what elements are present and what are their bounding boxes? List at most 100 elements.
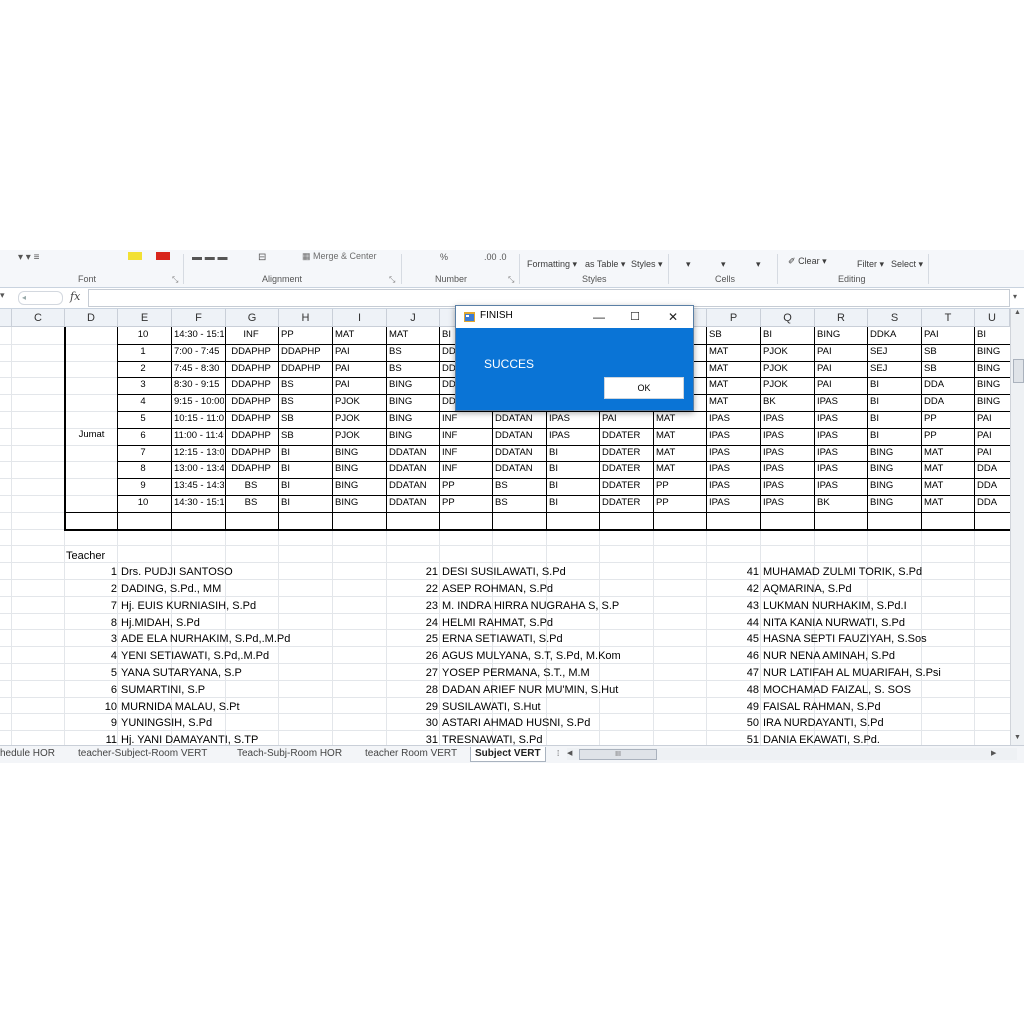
subject-cell[interactable]: DDA xyxy=(924,377,974,393)
maximize-icon[interactable]: ☐ xyxy=(622,308,648,326)
teacher-number[interactable]: 11 xyxy=(87,732,117,745)
teacher-number[interactable]: 7 xyxy=(87,598,117,614)
subject-cell[interactable]: DDATER xyxy=(602,428,652,444)
teacher-name[interactable]: YOSEP PERMANA, S.T., M.M xyxy=(442,665,590,681)
decimal-buttons[interactable]: .00 .0 xyxy=(484,252,507,262)
formula-toggle[interactable]: ◂ xyxy=(18,291,63,305)
teacher-name[interactable]: Hj.MIDAH, S.Pd xyxy=(121,615,200,631)
subject-cell[interactable]: MAT xyxy=(709,377,759,393)
subject-cell[interactable]: MAT xyxy=(709,344,759,360)
subject-cell[interactable]: IPAS xyxy=(549,411,599,427)
subject-cell[interactable]: MAT xyxy=(335,327,385,343)
subject-cell[interactable]: BING xyxy=(335,495,385,511)
period-cell[interactable]: 10 xyxy=(118,495,168,511)
teacher-number[interactable]: 45 xyxy=(729,631,759,647)
subject-cell[interactable]: BI xyxy=(870,411,920,427)
teacher-name[interactable]: DESI SUSILAWATI, S.Pd xyxy=(442,564,566,580)
subject-cell[interactable]: BS xyxy=(389,344,439,360)
subject-cell[interactable]: DDKA xyxy=(870,327,920,343)
scroll-left-icon[interactable]: ◀ xyxy=(567,749,572,757)
teacher-name[interactable]: ASTARI AHMAD HUSNI, S.Pd xyxy=(442,715,590,731)
teacher-name[interactable]: Drs. PUDJI SANTOSO xyxy=(121,564,233,580)
subject-cell[interactable]: DDATER xyxy=(602,461,652,477)
column-header-p[interactable]: P xyxy=(707,309,761,327)
subject-cell[interactable]: DDATAN xyxy=(495,411,545,427)
subject-cell[interactable]: IPAS xyxy=(817,394,867,410)
subject-cell[interactable]: PJOK xyxy=(335,411,385,427)
subject-cell[interactable]: PAI xyxy=(602,411,652,427)
teacher-name[interactable]: TRESNAWATI, S.Pd xyxy=(442,732,542,745)
sheet-tab[interactable]: Teach-Subj-Room HOR xyxy=(237,747,342,761)
subject-cell[interactable]: MAT xyxy=(924,461,974,477)
subject-cell[interactable]: PJOK xyxy=(763,361,813,377)
subject-cell[interactable]: PAI xyxy=(817,361,867,377)
tab-split-handle[interactable]: ⁞ xyxy=(557,747,559,761)
subject-cell[interactable]: DDAPHP xyxy=(226,344,276,360)
percent-style-button[interactable]: % xyxy=(440,252,448,262)
subject-cell[interactable]: IPAS xyxy=(763,478,813,494)
teacher-number[interactable]: 26 xyxy=(408,648,438,664)
subject-cell[interactable]: DDATAN xyxy=(389,461,439,477)
subject-cell[interactable]: IPAS xyxy=(763,495,813,511)
subject-cell[interactable]: IPAS xyxy=(763,411,813,427)
column-header-c[interactable]: C xyxy=(12,309,65,327)
subject-cell[interactable]: DDATAN xyxy=(495,445,545,461)
subject-cell[interactable]: BING xyxy=(977,361,1010,377)
filter-button[interactable]: Filter ▾ xyxy=(857,259,884,270)
subject-cell[interactable]: PAI xyxy=(335,344,385,360)
subject-cell[interactable]: IPAS xyxy=(709,428,759,444)
subject-cell[interactable]: PP xyxy=(281,327,331,343)
subject-cell[interactable]: BS xyxy=(281,377,331,393)
font-color-icon[interactable] xyxy=(156,252,170,260)
teacher-name[interactable]: DANIA EKAWATI, S.Pd. xyxy=(763,732,880,745)
subject-cell[interactable]: DDAPHP xyxy=(281,361,331,377)
subject-cell[interactable]: BS xyxy=(495,478,545,494)
subject-cell[interactable]: IPAS xyxy=(709,478,759,494)
vertical-scrollbar[interactable]: ▲ ▼ xyxy=(1010,309,1024,745)
horizontal-scrollbar[interactable]: ◀ III ▶ xyxy=(567,748,1017,760)
subject-cell[interactable]: SB xyxy=(709,327,759,343)
subject-cell[interactable]: BI xyxy=(281,495,331,511)
teacher-name[interactable]: SUMARTINI, S.P xyxy=(121,682,205,698)
column-header-i[interactable]: I xyxy=(333,309,387,327)
subject-cell[interactable]: PAI xyxy=(977,411,1010,427)
time-cell[interactable]: 7:00 - 7:45 xyxy=(174,344,224,360)
subject-cell[interactable]: BING xyxy=(389,428,439,444)
teacher-number[interactable]: 8 xyxy=(87,615,117,631)
teacher-name[interactable]: AQMARINA, S.Pd xyxy=(763,581,852,597)
teacher-name[interactable]: FAISAL RAHMAN, S.Pd xyxy=(763,699,881,715)
teacher-number[interactable]: 24 xyxy=(408,615,438,631)
select-button[interactable]: Select ▾ xyxy=(891,259,923,270)
teacher-name[interactable]: ASEP ROHMAN, S.Pd xyxy=(442,581,553,597)
column-header-h[interactable]: H xyxy=(279,309,333,327)
wrap-icon[interactable]: ⊟ xyxy=(258,252,266,263)
subject-cell[interactable]: DDATAN xyxy=(495,461,545,477)
period-cell[interactable]: 7 xyxy=(118,445,168,461)
subject-cell[interactable]: BI xyxy=(549,495,599,511)
teacher-number[interactable]: 51 xyxy=(729,732,759,745)
subject-cell[interactable]: MAT xyxy=(924,495,974,511)
column-header-t[interactable]: T xyxy=(922,309,975,327)
scroll-up-icon[interactable]: ▲ xyxy=(1014,309,1021,316)
teacher-number[interactable]: 50 xyxy=(729,715,759,731)
subject-cell[interactable]: BING xyxy=(870,445,920,461)
column-header-u[interactable]: U xyxy=(975,309,1010,327)
teacher-name[interactable]: HASNA SEPTI FAUZIYAH, S.Sos xyxy=(763,631,927,647)
subject-cell[interactable]: DDA xyxy=(924,394,974,410)
align-controls-partial[interactable]: ▬ ▬ ▬ xyxy=(192,252,228,263)
teacher-name[interactable]: Hj. YANI DAMAYANTI, S.TP xyxy=(121,732,258,745)
format-as-table-button[interactable]: as Table ▾ xyxy=(585,259,625,270)
teacher-name[interactable]: MURNIDA MALAU, S.Pt xyxy=(121,699,240,715)
subject-cell[interactable]: PP xyxy=(924,428,974,444)
time-cell[interactable]: 14:30 - 15:15 xyxy=(174,327,224,343)
subject-cell[interactable]: IPAS xyxy=(549,428,599,444)
time-cell[interactable]: 10:15 - 11:00 xyxy=(174,411,224,427)
sheet-tab[interactable]: hedule HOR xyxy=(0,747,55,761)
subject-cell[interactable]: BK xyxy=(817,495,867,511)
teacher-number[interactable]: 23 xyxy=(408,598,438,614)
teacher-name[interactable]: DADING, S.Pd., MM xyxy=(121,581,221,597)
subject-cell[interactable]: PP xyxy=(656,478,706,494)
subject-cell[interactable]: BS xyxy=(226,478,276,494)
teacher-number[interactable]: 47 xyxy=(729,665,759,681)
period-cell[interactable]: 2 xyxy=(118,361,168,377)
